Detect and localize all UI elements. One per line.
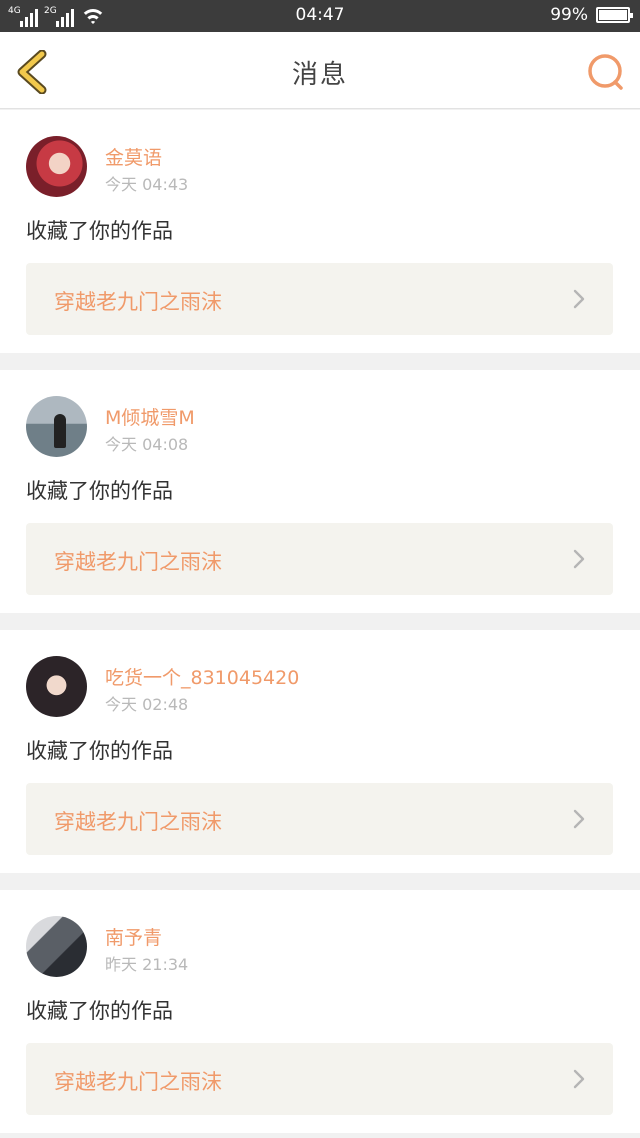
avatar[interactable] — [26, 656, 87, 717]
user-name[interactable]: 南予青 — [105, 923, 162, 950]
chevron-right-icon — [573, 809, 585, 829]
message-time: 今天 04:43 — [105, 175, 189, 194]
user-name[interactable]: 吃货一个_831045420 — [105, 663, 299, 690]
nav-bar: 消息 — [0, 32, 640, 109]
search-icon[interactable] — [586, 52, 626, 92]
message-time: 昨天 21:34 — [105, 955, 189, 974]
chevron-right-icon — [573, 549, 585, 569]
work-link[interactable]: 穿越老九门之雨沫 — [26, 263, 613, 335]
chevron-right-icon — [573, 289, 585, 309]
avatar[interactable] — [26, 396, 87, 457]
battery-status: 99% — [550, 5, 633, 25]
work-link[interactable]: 穿越老九门之雨沫 — [26, 1043, 613, 1115]
battery-icon — [596, 7, 633, 23]
message-time: 今天 04:08 — [105, 435, 189, 454]
chevron-right-icon — [573, 1069, 585, 1089]
message-list: 金莫语 今天 04:43 收藏了你的作品 穿越老九门之雨沫 M倾城雪M 今天 0… — [0, 110, 640, 1138]
work-link[interactable]: 穿越老九门之雨沫 — [26, 783, 613, 855]
battery-percent: 99% — [550, 5, 588, 25]
message-card: 金莫语 今天 04:43 收藏了你的作品 穿越老九门之雨沫 — [0, 110, 640, 353]
work-title: 穿越老九门之雨沫 — [54, 1070, 222, 1094]
message-card: 吃货一个_831045420 今天 02:48 收藏了你的作品 穿越老九门之雨沫 — [0, 630, 640, 873]
message-action: 收藏了你的作品 — [26, 479, 173, 503]
message-action: 收藏了你的作品 — [26, 219, 173, 243]
work-title: 穿越老九门之雨沫 — [54, 810, 222, 834]
user-name[interactable]: 金莫语 — [105, 143, 162, 170]
status-time: 04:47 — [295, 5, 345, 25]
message-time: 今天 02:48 — [105, 695, 189, 714]
message-card: 南予青 昨天 21:34 收藏了你的作品 穿越老九门之雨沫 — [0, 890, 640, 1133]
message-card: M倾城雪M 今天 04:08 收藏了你的作品 穿越老九门之雨沫 — [0, 370, 640, 613]
avatar[interactable] — [26, 916, 87, 977]
page-title: 消息 — [291, 60, 348, 90]
work-title: 穿越老九门之雨沫 — [54, 290, 222, 314]
message-action: 收藏了你的作品 — [26, 999, 173, 1023]
message-action: 收藏了你的作品 — [26, 739, 173, 763]
status-bar: 4G 2G 04:47 99% — [0, 0, 640, 32]
work-link[interactable]: 穿越老九门之雨沫 — [26, 523, 613, 595]
work-title: 穿越老九门之雨沫 — [54, 550, 222, 574]
avatar[interactable] — [26, 136, 87, 197]
user-name[interactable]: M倾城雪M — [105, 403, 195, 430]
